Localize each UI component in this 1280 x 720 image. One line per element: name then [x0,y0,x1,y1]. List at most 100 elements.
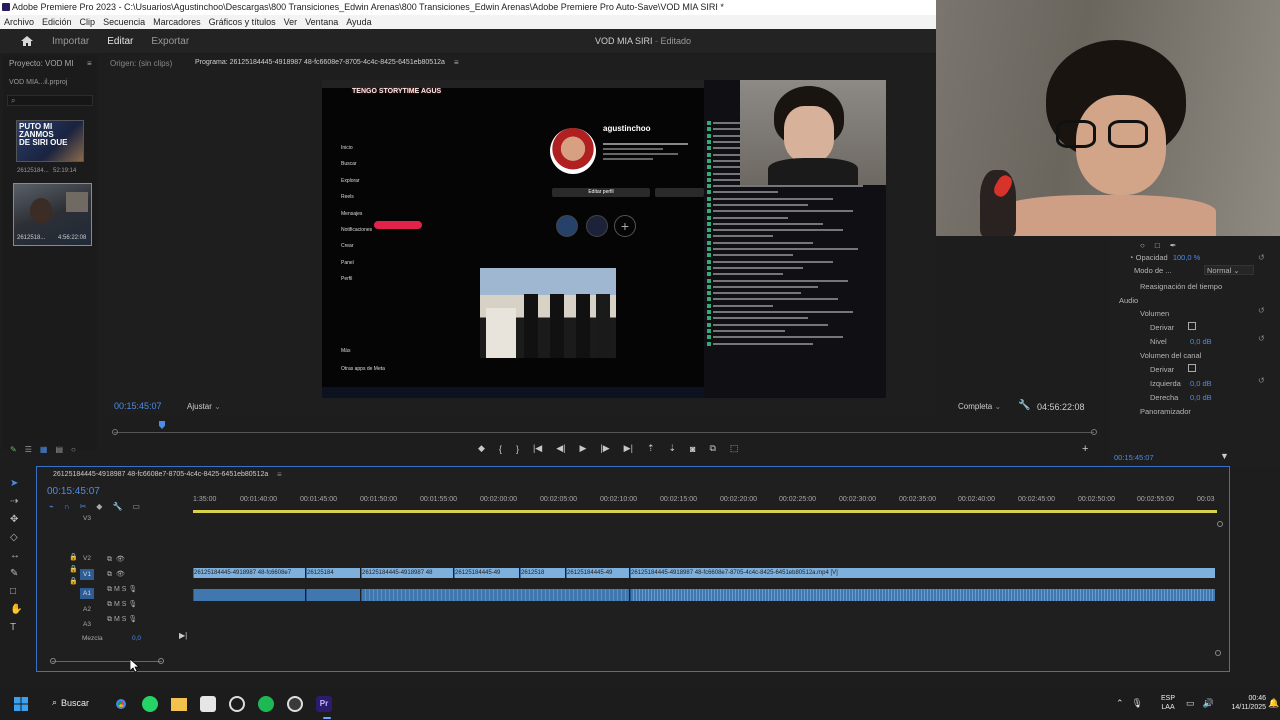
effects-timecode[interactable]: 00:15:45:07 [1114,453,1154,462]
video-clip[interactable]: 26125184 [306,568,360,578]
time-remap-label[interactable]: Reasignación del tiempo [1140,282,1222,291]
sequence-tab[interactable]: 26125184445-4918987 48-fc6608e7-8705-4c4… [53,471,268,478]
sync-lock-icon[interactable]: ⧉ M S 🎙 [107,615,137,624]
audio-clip[interactable] [630,589,1215,601]
level-value[interactable]: 0,0 dB [1190,337,1212,346]
type-tool-icon[interactable]: T [10,622,22,633]
premiere-icon[interactable]: Pr [316,696,332,712]
volume-label[interactable]: Volumen [1140,309,1169,318]
snap-icon[interactable]: ⌁ [49,502,54,511]
mark-out-icon[interactable]: } [516,444,519,454]
quality-dropdown[interactable]: Completa ⌄ [958,402,1001,411]
zoom-slider[interactable]: ○ [71,445,76,454]
reset-icon[interactable]: ↺ [1258,253,1265,262]
mix-value[interactable]: 0,0 [132,635,141,642]
sync-lock-icon[interactable]: ⧉ M S 🎙 [107,600,137,609]
stopwatch-icon[interactable]: ◔ [1129,253,1134,262]
go-to-in-icon[interactable]: |◀ [533,443,542,454]
lock-icon[interactable]: 🔒 [69,577,78,585]
step-back-icon[interactable]: ◀| [556,443,565,454]
channel-volume-label[interactable]: Volumen del canal [1140,351,1201,360]
audio-clip[interactable] [306,589,360,601]
program-scrub-bar[interactable] [114,432,1094,433]
selection-tool-icon[interactable]: ➤ [10,478,22,489]
monitor-icon[interactable]: ▭ [1186,698,1195,709]
menu-edicion[interactable]: Edición [38,15,76,29]
video-clip[interactable]: 26125184445-4918987 48-fc6608e7-8705-4c4… [630,568,1215,578]
source-tab[interactable]: Origen: (sin clips) [110,59,172,68]
extract-icon[interactable]: ⇣ [668,443,676,454]
taskbar-search[interactable]: ⌕ Buscar [52,697,89,708]
work-area-bar[interactable] [193,510,1217,513]
notifications-icon[interactable]: 🔔 [1268,698,1279,709]
whatsapp-icon[interactable] [142,696,158,712]
icon-view-icon[interactable]: ▦ [40,445,48,454]
timeline-timecode[interactable]: 00:15:45:07 [47,486,100,497]
scroll-handle[interactable] [1217,521,1223,527]
sync-lock-icon[interactable]: ⧉ 👁 [107,570,137,579]
video-clip[interactable]: 2612518 [520,568,565,578]
bypass-checkbox[interactable] [1188,322,1196,330]
left-channel-value[interactable]: 0,0 dB [1190,379,1212,388]
captions-icon[interactable]: ▭ [132,502,140,511]
sync-lock-icon[interactable]: ⧉ 👁 [107,555,137,564]
rectangle-mask-icon[interactable]: □ [1155,241,1160,250]
menu-ver[interactable]: Ver [280,15,302,29]
menu-marcadores[interactable]: Marcadores [149,15,205,29]
audio-clip[interactable] [361,589,629,601]
linked-selection-icon[interactable]: ∩ [64,502,70,511]
video-clip[interactable]: 26125184445-4918987 48 [361,568,453,578]
razor-tool-icon[interactable]: ◇ [10,532,22,543]
go-to-out-icon[interactable]: ▶| [624,443,633,454]
scroll-handle[interactable] [1215,650,1221,656]
hand-tool-icon[interactable]: ✋ [10,604,22,615]
capcut-icon[interactable] [200,696,216,712]
chevron-up-icon[interactable]: ⌃ [1116,698,1124,709]
compare-icon[interactable]: ⧉ [709,443,715,454]
camera-icon[interactable]: ◙ [690,444,695,454]
workspace-tab-edit[interactable]: Editar [107,36,133,47]
reset-icon[interactable]: ↺ [1258,306,1265,315]
video-clip[interactable]: 26125184445-4918987 48-fc6608e7 [193,568,305,578]
workspace-tab-import[interactable]: Importar [52,36,89,47]
wrench-icon[interactable]: 🔧 [112,502,122,511]
panel-menu-icon[interactable]: ≡ [277,470,282,479]
play-icon[interactable]: ▶ [579,443,586,454]
chrome-icon[interactable] [113,696,129,712]
video-clip[interactable]: 26125184445-49 [454,568,519,578]
file-explorer-icon[interactable] [171,698,187,711]
program-tab[interactable]: Programa: 26125184445-4918987 48-fc6608e… [195,59,445,66]
project-item-thumbnail[interactable]: PUTO MI ZANMOS DE SIRI OUE [16,120,84,162]
mark-in-icon[interactable]: { [499,444,502,454]
reset-icon[interactable]: ↺ [1258,376,1265,385]
freeform-view-icon[interactable]: ▤ [55,445,63,454]
panel-menu-icon[interactable]: ≡ [454,58,459,67]
scroll-handle[interactable] [112,429,118,435]
program-timecode[interactable]: 00:15:45:07 [114,401,162,411]
reset-icon[interactable]: ↺ [1258,334,1265,343]
panner-label[interactable]: Panoramizador [1140,407,1191,416]
marker-icon[interactable]: ◆ [96,502,102,511]
track-select-icon[interactable]: ⇢ [10,496,22,507]
ripple-edit-icon[interactable]: ✥ [10,514,22,525]
menu-archivo[interactable]: Archivo [0,15,38,29]
slip-tool-icon[interactable]: ↔ [10,550,22,561]
audio-clip[interactable] [193,589,305,601]
wrench-icon[interactable]: 🔧 [1018,400,1030,411]
playhead-icon[interactable] [159,421,165,429]
menu-secuencia[interactable]: Secuencia [99,15,149,29]
lock-icon[interactable]: 🔒 [69,565,78,573]
scroll-handle[interactable] [158,658,164,664]
menu-ayuda[interactable]: Ayuda [342,15,375,29]
blend-mode-select[interactable]: Normal ⌄ [1204,265,1254,275]
marker-icon[interactable]: ◆ [478,443,485,454]
clock[interactable]: 00:46 14/11/2025 [1218,694,1266,712]
go-to-end-icon[interactable]: ▶| [179,631,187,640]
windows-start-icon[interactable] [14,697,28,711]
scroll-handle[interactable] [1091,429,1097,435]
language-indicator[interactable]: ESP LAA [1161,694,1175,712]
vr-icon[interactable]: ⬚ [730,443,739,454]
lift-icon[interactable]: ⇡ [647,443,655,454]
step-forward-icon[interactable]: |▶ [600,443,609,454]
right-channel-value[interactable]: 0,0 dB [1190,393,1212,402]
